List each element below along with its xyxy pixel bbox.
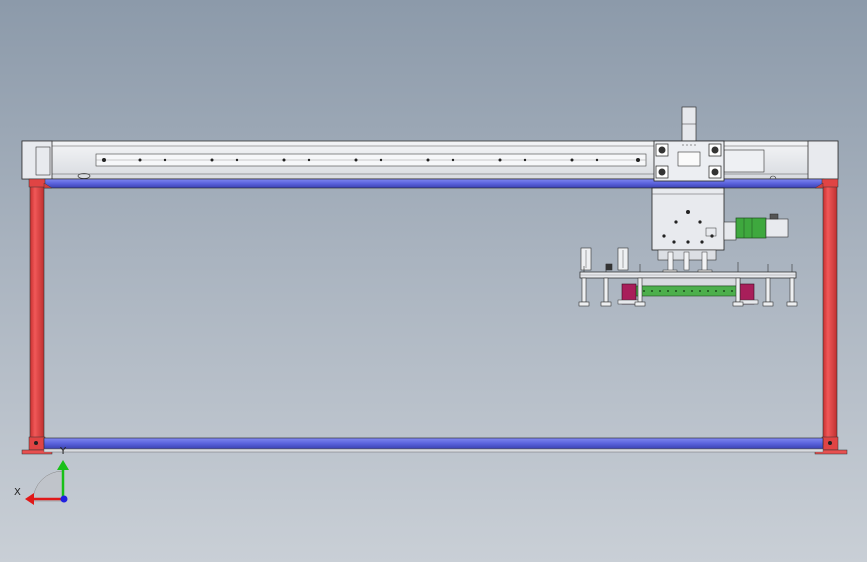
suction-cup bbox=[762, 264, 774, 307]
coordinate-triad: X Y bbox=[14, 446, 69, 505]
cad-viewport[interactable]: X Y bbox=[0, 0, 867, 562]
cad-drawing: X Y bbox=[14, 106, 848, 505]
y-axis-label: Y bbox=[59, 446, 67, 457]
right-red-column[interactable] bbox=[814, 178, 848, 455]
z-axis-dot-icon bbox=[60, 495, 68, 503]
bottom-blue-beam[interactable] bbox=[43, 437, 824, 453]
left-red-column[interactable] bbox=[21, 178, 53, 455]
servo-motor[interactable] bbox=[723, 213, 789, 241]
suction-cup bbox=[786, 264, 798, 307]
gantry-carriage[interactable] bbox=[651, 106, 725, 275]
x-axis-label: X bbox=[14, 487, 21, 498]
suction-cup bbox=[605, 263, 613, 271]
